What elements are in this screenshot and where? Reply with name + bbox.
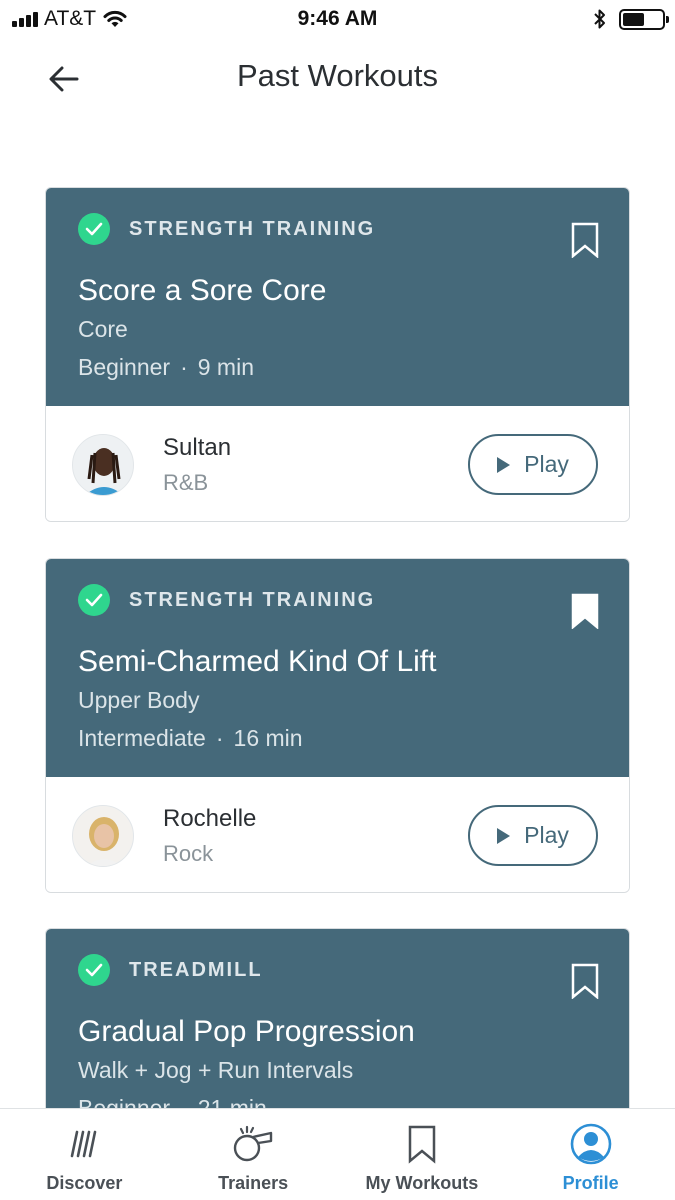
status-bar: AT&T 9:46 AM bbox=[0, 0, 675, 40]
tab-bar: Discover Trainers My Workouts Profile bbox=[0, 1108, 675, 1200]
tab-label: Profile bbox=[562, 1173, 619, 1193]
workout-card[interactable]: STRENGTH TRAINING Score a Sore Core Core… bbox=[45, 187, 630, 522]
status-left: AT&T bbox=[12, 7, 128, 31]
bookmark-filled-icon[interactable] bbox=[571, 593, 599, 629]
tab-discover[interactable]: Discover bbox=[0, 1109, 169, 1200]
workout-title: Score a Sore Core bbox=[78, 274, 327, 307]
trainer-genre: R&B bbox=[163, 470, 209, 495]
workout-card-header[interactable]: STRENGTH TRAINING Semi-Charmed Kind Of L… bbox=[46, 559, 629, 777]
header: Past Workouts bbox=[0, 40, 675, 116]
workout-meta: Intermediate · 16 min bbox=[78, 725, 303, 751]
tab-label: My Workouts bbox=[365, 1173, 479, 1193]
workout-subtitle: Core bbox=[78, 316, 128, 342]
check-icon bbox=[78, 954, 110, 986]
check-icon bbox=[78, 584, 110, 616]
trainer-avatar bbox=[72, 805, 134, 867]
check-icon bbox=[78, 213, 110, 245]
trainer-row: Rochelle Rock Play bbox=[46, 777, 629, 892]
play-label: Play bbox=[524, 822, 569, 848]
workout-meta: Beginner · 9 min bbox=[78, 354, 254, 380]
workout-category: STRENGTH TRAINING bbox=[129, 589, 376, 611]
play-button[interactable]: Play bbox=[468, 805, 598, 866]
play-icon bbox=[497, 827, 511, 844]
tab-my-workouts[interactable]: My Workouts bbox=[338, 1109, 507, 1200]
signal-icon bbox=[12, 11, 38, 27]
profile-icon bbox=[570, 1123, 612, 1165]
trainer-name: Sultan bbox=[163, 434, 232, 461]
workout-subtitle: Walk + Jog + Run Intervals bbox=[78, 1057, 354, 1083]
trainer-name: Rochelle bbox=[163, 805, 257, 832]
workout-category: TREADMILL bbox=[129, 959, 263, 981]
workout-duration: 16 min bbox=[233, 725, 303, 751]
workout-meta: Beginner · 21 min bbox=[78, 1095, 267, 1108]
workout-category: STRENGTH TRAINING bbox=[129, 218, 376, 240]
workout-subtitle: Upper Body bbox=[78, 687, 200, 713]
workout-duration: 9 min bbox=[197, 354, 254, 380]
whistle-icon bbox=[231, 1123, 275, 1165]
bookmark-icon[interactable] bbox=[571, 222, 599, 258]
workout-level: Intermediate bbox=[78, 725, 206, 751]
status-right bbox=[593, 8, 669, 30]
workout-card-header[interactable]: STRENGTH TRAINING Score a Sore Core Core… bbox=[46, 188, 629, 406]
workout-card[interactable]: STRENGTH TRAINING Semi-Charmed Kind Of L… bbox=[45, 558, 630, 893]
back-arrow-icon bbox=[49, 66, 79, 92]
play-icon bbox=[497, 456, 511, 473]
bookmark-icon bbox=[407, 1123, 437, 1165]
workout-level: Beginner bbox=[78, 354, 171, 380]
tab-profile[interactable]: Profile bbox=[506, 1109, 675, 1200]
trainer-row: Sultan R&B Play bbox=[46, 406, 629, 521]
workout-title: Gradual Pop Progression bbox=[78, 1015, 415, 1048]
carrier-label: AT&T bbox=[44, 7, 97, 30]
discover-icon bbox=[66, 1123, 102, 1165]
trainer-avatar bbox=[72, 434, 134, 496]
battery-icon bbox=[619, 8, 669, 30]
bookmark-icon[interactable] bbox=[571, 963, 599, 999]
trainer-genre: Rock bbox=[163, 841, 214, 866]
play-button[interactable]: Play bbox=[468, 434, 598, 495]
bluetooth-icon bbox=[594, 9, 605, 29]
workout-duration: 21 min bbox=[197, 1095, 267, 1108]
tab-label: Trainers bbox=[218, 1173, 289, 1193]
workout-card-header[interactable]: TREADMILL Gradual Pop Progression Walk +… bbox=[46, 929, 629, 1108]
workout-title: Semi-Charmed Kind Of Lift bbox=[78, 645, 437, 678]
tab-label: Discover bbox=[46, 1173, 123, 1193]
workout-card[interactable]: TREADMILL Gradual Pop Progression Walk +… bbox=[45, 928, 630, 1108]
play-label: Play bbox=[524, 451, 569, 477]
tab-trainers[interactable]: Trainers bbox=[169, 1109, 338, 1200]
page-title: Past Workouts bbox=[236, 58, 438, 93]
wifi-icon bbox=[103, 10, 127, 27]
workout-level: Beginner bbox=[78, 1095, 171, 1108]
back-button[interactable] bbox=[40, 58, 88, 100]
